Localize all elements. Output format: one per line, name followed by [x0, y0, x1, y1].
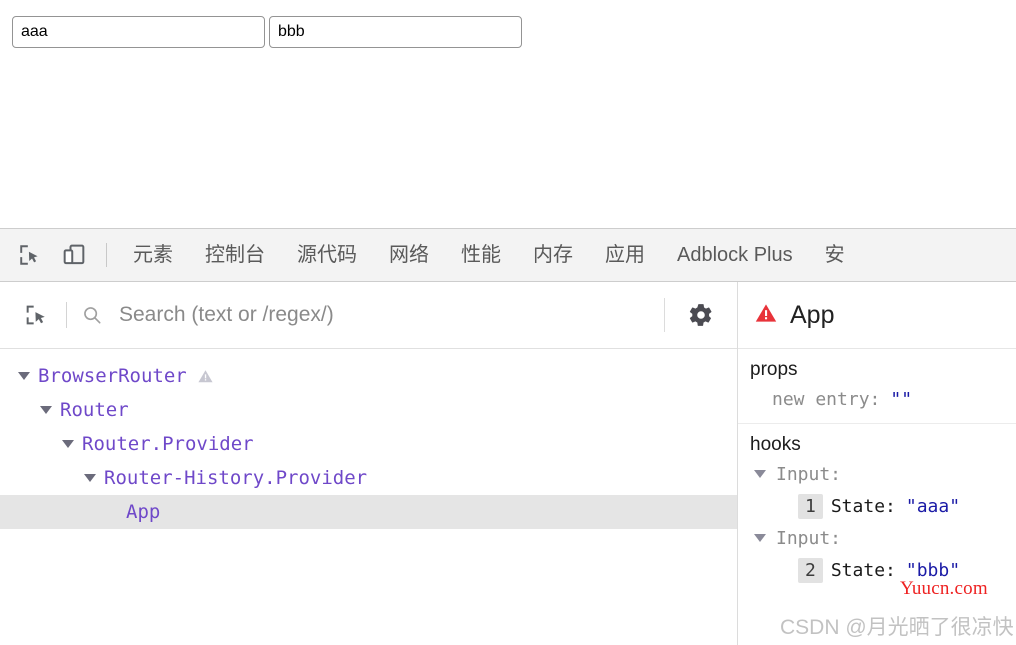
- input-row: [12, 16, 522, 48]
- tab-application[interactable]: 应用: [589, 229, 661, 281]
- inspect-element-icon[interactable]: [8, 235, 52, 275]
- expand-caret-icon[interactable]: [58, 440, 78, 448]
- tab-performance[interactable]: 性能: [445, 229, 517, 281]
- hook-name: Input:: [776, 464, 841, 485]
- react-devtools-body: BrowserRouter Router Router: [0, 282, 1016, 645]
- hook-index-badge: 1: [798, 494, 823, 519]
- tree-item-label: Router: [60, 399, 129, 421]
- search-input[interactable]: [117, 297, 664, 333]
- hook-state-value[interactable]: "bbb": [906, 560, 960, 581]
- tree-row[interactable]: Router-History.Provider: [0, 461, 737, 495]
- tab-adblock-plus[interactable]: Adblock Plus: [661, 229, 809, 281]
- tab-console[interactable]: 控制台: [189, 229, 281, 281]
- devtools-tabbar: 元素 控制台 源代码 网络 性能 内存 应用 Adblock Plus 安: [0, 229, 1016, 282]
- hook-state-value[interactable]: "aaa": [906, 496, 960, 517]
- gear-icon[interactable]: [683, 297, 719, 333]
- tree-item-label: Router.Provider: [82, 433, 254, 455]
- hooks-section: hooks Input: 1 State: "aaa" Input: 2 Sta…: [738, 424, 1016, 594]
- devtools-panel: 元素 控制台 源代码 网络 性能 内存 应用 Adblock Plus 安: [0, 228, 1016, 645]
- first-input[interactable]: [12, 16, 265, 48]
- hook-state-label: State:: [831, 496, 896, 517]
- props-section: props new entry: "": [738, 349, 1016, 424]
- toolbar-divider: [106, 243, 107, 267]
- tree-item-label: App: [126, 501, 160, 523]
- expand-caret-icon[interactable]: [36, 406, 56, 414]
- search-icon: [79, 302, 105, 328]
- react-devtools-toolbar: [0, 282, 737, 349]
- tab-security[interactable]: 安: [809, 229, 861, 281]
- expand-caret-icon[interactable]: [14, 372, 34, 380]
- props-entry-row[interactable]: new entry: "": [746, 383, 1016, 415]
- hook-state-row[interactable]: 1 State: "aaa": [746, 490, 1016, 522]
- hook-caret-icon[interactable]: [754, 470, 766, 478]
- tree-row[interactable]: BrowserRouter: [0, 359, 737, 393]
- expand-caret-icon[interactable]: [80, 474, 100, 482]
- inspected-page: [0, 0, 1016, 228]
- tree-row[interactable]: Router.Provider: [0, 427, 737, 461]
- inspector-pane: App props new entry: "" hooks Input: 1 S…: [738, 282, 1016, 645]
- warning-triangle-icon: [197, 368, 214, 385]
- prop-value[interactable]: "": [890, 389, 912, 410]
- hook-name: Input:: [776, 528, 841, 549]
- search-divider: [66, 302, 67, 328]
- settings-divider: [664, 298, 665, 332]
- inspector-header: App: [738, 282, 1016, 349]
- inspected-component-name: App: [790, 301, 834, 330]
- error-triangle-icon: [754, 301, 778, 330]
- hook-caret-icon[interactable]: [754, 534, 766, 542]
- tab-sources[interactable]: 源代码: [281, 229, 373, 281]
- tree-item-label: Router-History.Provider: [104, 467, 367, 489]
- hook-row[interactable]: Input:: [746, 522, 1016, 554]
- hooks-section-title: hooks: [746, 434, 1016, 456]
- tab-network[interactable]: 网络: [373, 229, 445, 281]
- tree-row-selected[interactable]: App: [0, 495, 737, 529]
- tree-row[interactable]: Router: [0, 393, 737, 427]
- component-tree: BrowserRouter Router Router: [0, 349, 737, 529]
- select-element-icon[interactable]: [14, 293, 58, 337]
- hook-state-row[interactable]: 2 State: "bbb": [746, 554, 1016, 586]
- second-input[interactable]: [269, 16, 522, 48]
- tree-item-label: BrowserRouter: [38, 365, 187, 387]
- tab-elements[interactable]: 元素: [117, 229, 189, 281]
- component-tree-pane: BrowserRouter Router Router: [0, 282, 738, 645]
- tab-memory[interactable]: 内存: [517, 229, 589, 281]
- hook-state-label: State:: [831, 560, 896, 581]
- hook-index-badge: 2: [798, 558, 823, 583]
- hook-row[interactable]: Input:: [746, 458, 1016, 490]
- prop-key: new entry:: [772, 389, 880, 410]
- device-toolbar-icon[interactable]: [52, 235, 96, 275]
- props-section-title: props: [746, 359, 1016, 381]
